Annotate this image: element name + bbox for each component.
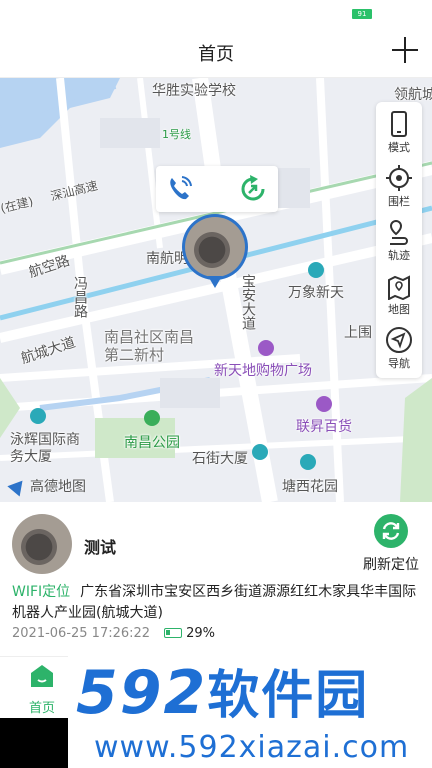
device-meta: 2021-06-25 17:26:22 29% — [12, 626, 215, 641]
tool-track-label: 轨迹 — [388, 249, 410, 262]
poi-marker — [30, 408, 46, 424]
tool-mode-label: 模式 — [388, 141, 410, 154]
navigation-icon — [386, 327, 412, 353]
tool-map[interactable]: 地图 — [376, 268, 422, 320]
device-location-pin[interactable] — [182, 214, 248, 290]
fence-icon — [386, 165, 412, 191]
map-label-wanxiang: 万象新天 — [288, 285, 344, 301]
tool-fence[interactable]: 围栏 — [376, 160, 422, 212]
map-label-school: 华胜实验学校 — [152, 83, 236, 99]
plus-icon[interactable] — [392, 37, 418, 63]
track-icon — [389, 219, 408, 245]
map-label-shanghe: 上围 — [344, 325, 372, 341]
address-text: 广东省深圳市宝安区西乡街道源源红红木家具华丰国际机器人产业园(航城大道) — [12, 584, 417, 621]
watermark-url: www.592xiazai.com — [94, 730, 410, 765]
map-icon — [388, 275, 410, 300]
title-bar: 首页 — [0, 24, 432, 78]
poi-marker — [258, 340, 274, 356]
address-block: WIFI定位 广东省深圳市宝安区西乡街道源源红红木家具华丰国际机器人产业园(航城大… — [12, 582, 422, 624]
device-info-panel: 测试 刷新定位 WIFI定位 广东省深圳市宝安区西乡街道源源红红木家具华丰国际机器… — [0, 502, 432, 656]
tool-mode[interactable]: 模式 — [376, 106, 422, 158]
poi-marker — [316, 396, 332, 412]
tab-home[interactable]: 首页 — [14, 663, 70, 716]
map-label-metro: 1号线 — [162, 128, 191, 141]
map-label-lianbang: 联昇百货 — [296, 419, 352, 435]
poi-marker — [308, 262, 324, 278]
map-label-xiangcheng-rd: 冯昌路 — [72, 276, 88, 318]
map-label-yonghui: 泳辉国际商务大厦 — [10, 432, 80, 465]
tool-navigation-label: 导航 — [388, 357, 410, 370]
phone-mode-icon — [391, 111, 407, 137]
tool-navigation[interactable]: 导航 — [376, 322, 422, 374]
home-icon — [31, 665, 53, 687]
tool-track[interactable]: 轨迹 — [376, 214, 422, 266]
map-label-nanchang-park: 南昌公园 — [124, 435, 180, 451]
battery-icon — [164, 628, 183, 638]
device-name: 测试 — [84, 538, 117, 557]
amap-arrow-icon — [7, 475, 29, 497]
map-view[interactable]: 华胜实验学校 领航城 1号线 (在建) 深汕高速 航空路 航城大道 南航明 冯昌… — [0, 78, 432, 502]
watermark-logo: 592软件园 — [76, 658, 369, 731]
tab-home-label: 首页 — [28, 701, 55, 716]
refresh-icon — [374, 514, 408, 548]
amap-logo: 高德地图 — [7, 475, 86, 497]
status-battery: 91 — [352, 9, 372, 19]
map-label-lingxin: 领航城 — [394, 87, 432, 103]
map-label-xintiandi: 新天地购物广场 — [214, 363, 312, 379]
map-label-shequ: 南昌社区南昌第二新村 — [104, 328, 195, 364]
poi-marker — [144, 410, 160, 426]
map-label-shijie: 石街大厦 — [192, 451, 248, 467]
watermark: 592软件园 www.592xiazai.com — [68, 654, 432, 768]
app-screen: 91 首页 华胜实验学校 领航城 1号线 (在建) 深汕高速 航空路 航城大道 … — [0, 0, 432, 768]
refresh-icon[interactable] — [236, 172, 270, 206]
location-type: WIFI定位 — [12, 584, 71, 600]
watermark-digits: 592 — [76, 658, 208, 728]
refresh-label: 刷新定位 — [363, 557, 419, 573]
map-label-tangxi: 塘西花园 — [282, 479, 338, 495]
phone-icon[interactable] — [162, 172, 196, 206]
map-toolbar: 模式 围栏 轨迹 地图 导航 — [376, 102, 422, 378]
poi-marker — [300, 454, 316, 470]
avatar — [12, 514, 72, 574]
poi-marker — [252, 444, 268, 460]
watermark-cn: 软件园 — [207, 666, 370, 726]
tool-map-label: 地图 — [388, 303, 410, 316]
page-title: 首页 — [198, 44, 234, 65]
location-time: 2021-06-25 17:26:22 — [12, 626, 151, 641]
refresh-location-button[interactable]: 刷新定位 — [356, 514, 426, 574]
device-photo — [185, 217, 245, 277]
tool-fence-label: 围栏 — [388, 195, 410, 208]
battery-percent: 29% — [186, 626, 215, 641]
amap-logo-text: 高德地图 — [30, 479, 86, 495]
device-callout — [156, 166, 278, 212]
status-bar: 91 — [0, 0, 432, 24]
